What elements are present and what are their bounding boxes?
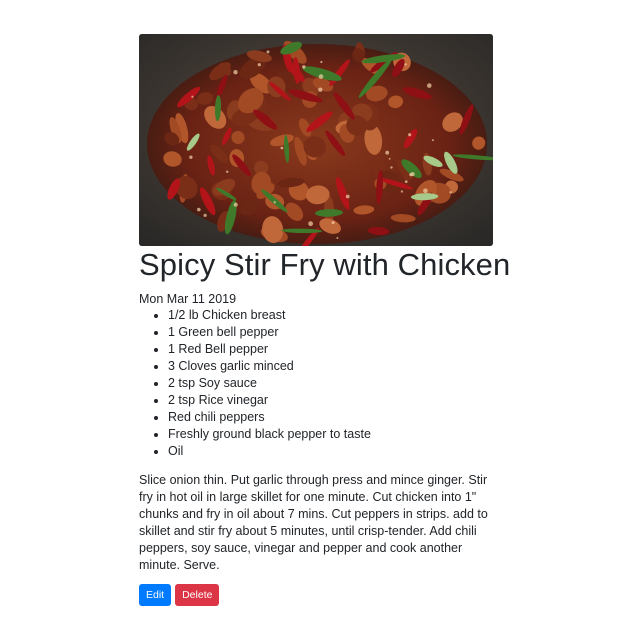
list-item: Red chili peppers: [168, 409, 493, 426]
recipe-instructions: Slice onion thin. Put garlic through pre…: [139, 473, 488, 572]
list-item: 2 tsp Rice vinegar: [168, 392, 493, 409]
list-item: Oil: [168, 443, 493, 460]
delete-button[interactable]: Delete: [175, 584, 220, 606]
recipe-title: Spicy Stir Fry with Chicken: [139, 247, 511, 282]
recipe-date: Mon Mar 11 2019: [139, 292, 237, 306]
list-item: 2 tsp Soy sauce: [168, 375, 493, 392]
list-item: Freshly ground black pepper to taste: [168, 426, 493, 443]
edit-button[interactable]: Edit: [139, 584, 172, 606]
list-item: 1 Green bell pepper: [168, 324, 493, 341]
list-item: 1/2 lb Chicken breast: [168, 307, 493, 324]
recipe-actions: Edit Delete: [139, 584, 493, 606]
recipe-image: [139, 34, 493, 246]
list-item: 1 Red Bell pepper: [168, 341, 493, 358]
list-item: 3 Cloves garlic minced: [168, 358, 493, 375]
ingredient-list: 1/2 lb Chicken breast 1 Green bell peppe…: [139, 307, 493, 460]
recipe-card: Spicy Stir Fry with Chicken Mon Mar 11 2…: [139, 34, 511, 606]
